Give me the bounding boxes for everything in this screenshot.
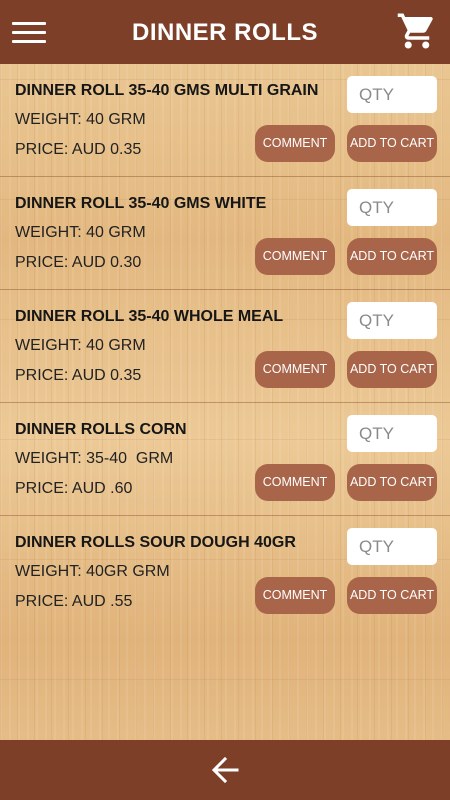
product-name: DINNER ROLL 35-40 GMS WHITE xyxy=(15,195,267,212)
add-to-cart-button[interactable]: ADD TO CART xyxy=(347,351,437,388)
comment-button[interactable]: COMMENT xyxy=(255,238,335,275)
product-price: PRICE: AUD 0.30 xyxy=(15,254,142,271)
product-weight: WEIGHT: 40GR GRM xyxy=(15,563,170,580)
product-price: PRICE: AUD .55 xyxy=(15,593,133,610)
product-name: DINNER ROLL 35-40 WHOLE MEAL xyxy=(15,308,284,325)
product-item: DINNER ROLL 35-40 WHOLE MEAL WEIGHT: 40 … xyxy=(0,290,450,403)
comment-button[interactable]: COMMENT xyxy=(255,125,335,162)
qty-input[interactable] xyxy=(347,76,437,113)
qty-input[interactable] xyxy=(347,415,437,452)
add-to-cart-button[interactable]: ADD TO CART xyxy=(347,577,437,614)
product-weight: WEIGHT: 40 GRM xyxy=(15,224,146,241)
comment-button[interactable]: COMMENT xyxy=(255,464,335,501)
product-weight: WEIGHT: 40 GRM xyxy=(15,111,146,128)
qty-input[interactable] xyxy=(347,302,437,339)
product-item: DINNER ROLL 35-40 GMS MULTI GRAIN WEIGHT… xyxy=(0,64,450,177)
qty-input[interactable] xyxy=(347,528,437,565)
product-item: DINNER ROLLS SOUR DOUGH 40GR WEIGHT: 40G… xyxy=(0,516,450,628)
add-to-cart-button[interactable]: ADD TO CART xyxy=(347,464,437,501)
product-item: DINNER ROLL 35-40 GMS WHITE WEIGHT: 40 G… xyxy=(0,177,450,290)
top-app-bar: DINNER ROLLS xyxy=(0,0,450,64)
product-price: PRICE: AUD 0.35 xyxy=(15,367,142,384)
comment-button[interactable]: COMMENT xyxy=(255,351,335,388)
page-title: DINNER ROLLS xyxy=(132,19,318,46)
bottom-bar xyxy=(0,740,450,800)
back-arrow-icon xyxy=(211,756,239,784)
product-name: DINNER ROLLS SOUR DOUGH 40GR xyxy=(15,534,296,551)
shopping-cart-icon xyxy=(397,13,433,49)
add-to-cart-button[interactable]: ADD TO CART xyxy=(347,125,437,162)
product-name: DINNER ROLL 35-40 GMS MULTI GRAIN xyxy=(15,82,319,99)
qty-input[interactable] xyxy=(347,189,437,226)
comment-button[interactable]: COMMENT xyxy=(255,577,335,614)
product-weight: WEIGHT: 35-40 GRM xyxy=(15,450,174,467)
product-name: DINNER ROLLS CORN xyxy=(15,421,187,438)
product-list: DINNER ROLL 35-40 GMS MULTI GRAIN WEIGHT… xyxy=(0,64,450,628)
product-item: DINNER ROLLS CORN WEIGHT: 35-40 GRM PRIC… xyxy=(0,403,450,516)
product-price: PRICE: AUD 0.35 xyxy=(15,141,142,158)
add-to-cart-button[interactable]: ADD TO CART xyxy=(347,238,437,275)
back-button[interactable] xyxy=(205,752,245,788)
product-weight: WEIGHT: 40 GRM xyxy=(15,337,146,354)
cart-button[interactable] xyxy=(396,10,438,52)
product-price: PRICE: AUD .60 xyxy=(15,480,133,497)
